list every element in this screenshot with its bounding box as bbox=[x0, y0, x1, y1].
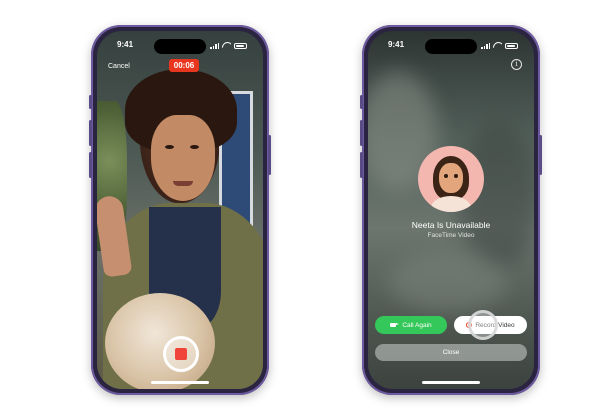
action-button bbox=[89, 95, 92, 109]
person-eye-left bbox=[165, 145, 174, 149]
memoji-eye-right bbox=[454, 174, 458, 178]
video-camera-icon bbox=[390, 322, 400, 328]
info-icon[interactable]: i bbox=[511, 59, 522, 70]
battery-icon bbox=[505, 43, 518, 49]
home-indicator[interactable] bbox=[151, 381, 209, 384]
person-face bbox=[151, 115, 215, 201]
wifi-icon bbox=[222, 42, 231, 49]
call-again-button[interactable]: Call Again bbox=[375, 316, 447, 334]
memoji-face bbox=[439, 163, 463, 193]
stop-recording-button[interactable] bbox=[163, 336, 199, 372]
call-again-label: Call Again bbox=[402, 321, 432, 329]
camera-viewfinder: 9:41 Cancel 00:06 bbox=[97, 31, 263, 389]
status-time: 9:41 bbox=[388, 40, 405, 49]
volume-up-button bbox=[89, 120, 92, 146]
power-button bbox=[539, 135, 542, 175]
home-indicator[interactable] bbox=[422, 381, 480, 384]
call-type-label: FaceTime Video bbox=[427, 232, 475, 239]
status-time: 9:41 bbox=[117, 40, 134, 49]
action-button bbox=[360, 95, 363, 109]
contact-status-title: Neeta Is Unavailable bbox=[411, 220, 491, 230]
power-button bbox=[268, 135, 271, 175]
volume-down-button bbox=[89, 152, 92, 178]
person-hand bbox=[97, 194, 133, 278]
phone-recording: 9:41 Cancel 00:06 bbox=[89, 25, 271, 395]
touch-indicator bbox=[468, 310, 498, 340]
puppy bbox=[105, 293, 215, 389]
action-row: Call Again Record Video bbox=[375, 316, 527, 334]
memoji-eye-left bbox=[444, 174, 448, 178]
contact-avatar bbox=[418, 146, 484, 212]
signal-icon bbox=[210, 42, 219, 49]
phone-unavailable: 9:41 i Neeta Is Unavailable FaceTime Vid… bbox=[360, 25, 542, 395]
wifi-icon bbox=[493, 42, 502, 49]
signal-icon bbox=[481, 42, 490, 49]
recording-timer: 00:06 bbox=[169, 59, 199, 72]
volume-up-button bbox=[360, 120, 363, 146]
status-bar: 9:41 bbox=[368, 40, 534, 52]
blurred-background bbox=[388, 251, 508, 311]
cancel-button[interactable]: Cancel bbox=[108, 63, 130, 70]
stop-icon bbox=[175, 348, 187, 360]
person-mouth bbox=[173, 181, 193, 186]
person-eye-right bbox=[190, 145, 199, 149]
battery-icon bbox=[234, 43, 247, 49]
memoji-body bbox=[431, 196, 471, 212]
status-bar: 9:41 bbox=[97, 40, 263, 52]
facetime-unavailable-screen: 9:41 i Neeta Is Unavailable FaceTime Vid… bbox=[368, 31, 534, 389]
volume-down-button bbox=[360, 152, 363, 178]
close-button[interactable]: Close bbox=[375, 344, 527, 361]
